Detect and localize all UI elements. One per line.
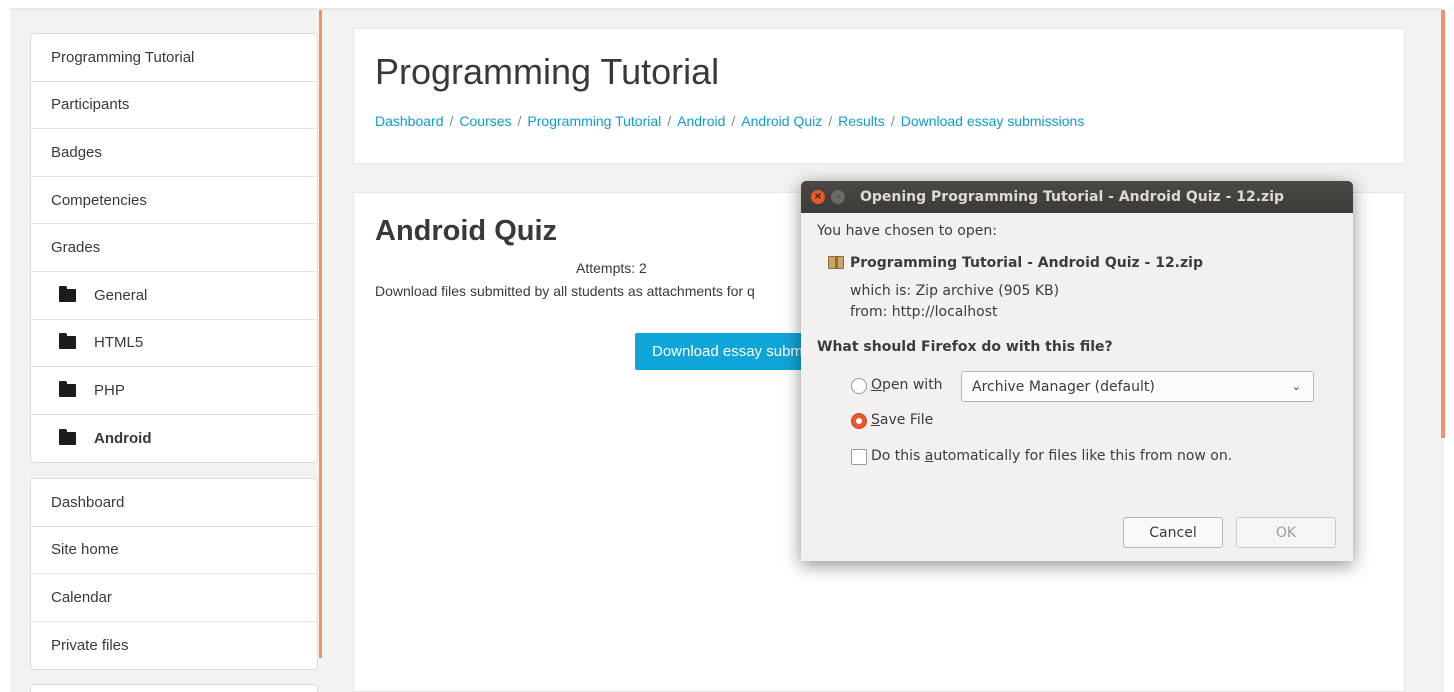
breadcrumb-link-android[interactable]: Android bbox=[677, 113, 725, 129]
dialog-intro: You have chosen to open: bbox=[817, 223, 997, 239]
sidebar-item-label: HTML5 bbox=[94, 334, 144, 352]
save-file-label-rest: ave File bbox=[879, 412, 934, 428]
sidebar-item-dashboard[interactable]: Dashboard bbox=[31, 479, 317, 527]
cancel-button[interactable]: Cancel bbox=[1123, 517, 1223, 548]
page-scrollbar[interactable] bbox=[1441, 10, 1445, 438]
open-file-dialog: × – Opening Programming Tutorial - Andro… bbox=[801, 181, 1353, 561]
sidebar-item-html5[interactable]: HTML5 bbox=[31, 320, 317, 368]
sidebar-item-label: Private files bbox=[51, 637, 129, 655]
breadcrumb-link-android-quiz[interactable]: Android Quiz bbox=[741, 113, 822, 129]
dialog-filename: Programming Tutorial - Android Quiz - 12… bbox=[850, 255, 1203, 271]
open-with-radio[interactable] bbox=[851, 378, 867, 394]
breadcrumb-link-programming-tutorial[interactable]: Programming Tutorial bbox=[527, 113, 661, 129]
sidebar-item-private-files[interactable]: Private files bbox=[31, 622, 317, 670]
folder-icon bbox=[59, 285, 76, 302]
sidebar-item-label: Dashboard bbox=[51, 493, 125, 511]
sidebar-item-label: Competencies bbox=[51, 191, 147, 209]
breadcrumb: Dashboard / Courses / Programming Tutorial / A… bbox=[375, 113, 1084, 129]
sidebar-item-badges[interactable]: Badges bbox=[31, 129, 317, 177]
auto-action-rest: utomatically for files like this from no… bbox=[933, 448, 1233, 464]
sidebar-item-android[interactable]: Android bbox=[31, 415, 317, 463]
breadcrumb-link-dashboard[interactable]: Dashboard bbox=[375, 113, 444, 129]
sidebar-item-label: Site home bbox=[51, 541, 119, 559]
sidebar-item-label: Calendar bbox=[51, 588, 112, 606]
ok-button[interactable]: OK bbox=[1236, 517, 1336, 548]
file-source-info: from: http://localhost bbox=[850, 304, 998, 320]
save-file-mnemonic: S bbox=[871, 412, 880, 428]
auto-action-prefix: Do this bbox=[871, 448, 925, 464]
open-with-label[interactable]: Open with bbox=[871, 377, 943, 393]
sidebar-next-block bbox=[30, 684, 318, 692]
breadcrumb-separator: / bbox=[667, 113, 672, 129]
dialog-title: Opening Programming Tutorial - Android Q… bbox=[860, 189, 1285, 205]
breadcrumb-separator: / bbox=[731, 113, 736, 129]
top-border bbox=[10, 8, 1444, 10]
folder-icon bbox=[59, 333, 76, 350]
sidebar-item-label: PHP bbox=[94, 381, 125, 399]
sidebar-item-label: Participants bbox=[51, 96, 130, 114]
minimize-icon[interactable]: – bbox=[831, 190, 845, 204]
dialog-titlebar[interactable]: × – Opening Programming Tutorial - Andro… bbox=[801, 181, 1353, 213]
quiz-title: Android Quiz bbox=[375, 215, 558, 247]
site-navigation: Dashboard Site home Calendar Private files bbox=[30, 478, 318, 671]
folder-icon bbox=[59, 380, 76, 397]
sidebar-item-competencies[interactable]: Competencies bbox=[31, 177, 317, 225]
sidebar-item-participants[interactable]: Participants bbox=[31, 82, 317, 130]
breadcrumb-separator: / bbox=[517, 113, 522, 129]
course-navigation: Programming Tutorial Participants Badges Co… bbox=[30, 33, 318, 464]
sidebar-item-label: Programming Tutorial bbox=[51, 48, 195, 66]
save-file-radio[interactable] bbox=[851, 413, 867, 429]
download-instructions: Download files submitted by all students… bbox=[375, 283, 755, 299]
close-icon[interactable]: × bbox=[811, 190, 825, 204]
open-with-label-rest: pen with bbox=[882, 377, 943, 393]
open-with-app-value: Archive Manager (default) bbox=[972, 378, 1155, 395]
open-with-mnemonic: O bbox=[871, 377, 883, 393]
sidebar-item-calendar[interactable]: Calendar bbox=[31, 574, 317, 622]
breadcrumb-link-courses[interactable]: Courses bbox=[459, 113, 511, 129]
page-header: Programming Tutorial Dashboard / Courses / P… bbox=[353, 28, 1405, 164]
dialog-question: What should Firefox do with this file? bbox=[817, 339, 1113, 355]
sidebar-item-grades[interactable]: Grades bbox=[31, 224, 317, 272]
chevron-down-icon: ⌄ bbox=[1291, 380, 1301, 393]
auto-action-label[interactable]: Do this automatically for files like thi… bbox=[871, 448, 1232, 464]
breadcrumb-separator: / bbox=[449, 113, 454, 129]
sidebar-item-programming-tutorial[interactable]: Programming Tutorial bbox=[31, 34, 317, 82]
sidebar-item-label: Grades bbox=[51, 239, 101, 257]
breadcrumb-link-download-essay-submissions[interactable]: Download essay submissions bbox=[901, 113, 1085, 129]
sidebar-item-label: Badges bbox=[51, 143, 102, 161]
sidebar-item-label: Android bbox=[94, 430, 152, 448]
breadcrumb-separator: / bbox=[828, 113, 833, 129]
sidebar-item-site-home[interactable]: Site home bbox=[31, 527, 317, 575]
auto-action-checkbox[interactable] bbox=[851, 449, 867, 465]
breadcrumb-link-results[interactable]: Results bbox=[838, 113, 885, 129]
drawer-divider bbox=[319, 10, 322, 658]
attempts-count: Attempts: 2 bbox=[576, 260, 647, 276]
breadcrumb-separator: / bbox=[890, 113, 895, 129]
zip-archive-icon bbox=[828, 256, 844, 269]
open-with-app-select[interactable]: Archive Manager (default) ⌄ bbox=[961, 371, 1314, 402]
sidebar-item-php[interactable]: PHP bbox=[31, 367, 317, 415]
page-title: Programming Tutorial bbox=[375, 51, 720, 92]
file-type-info: which is: Zip archive (905 KB) bbox=[850, 283, 1060, 299]
folder-icon bbox=[59, 429, 76, 446]
sidebar-item-label: General bbox=[94, 286, 148, 304]
sidebar-item-general[interactable]: General bbox=[31, 272, 317, 320]
save-file-label[interactable]: Save File bbox=[871, 412, 933, 428]
